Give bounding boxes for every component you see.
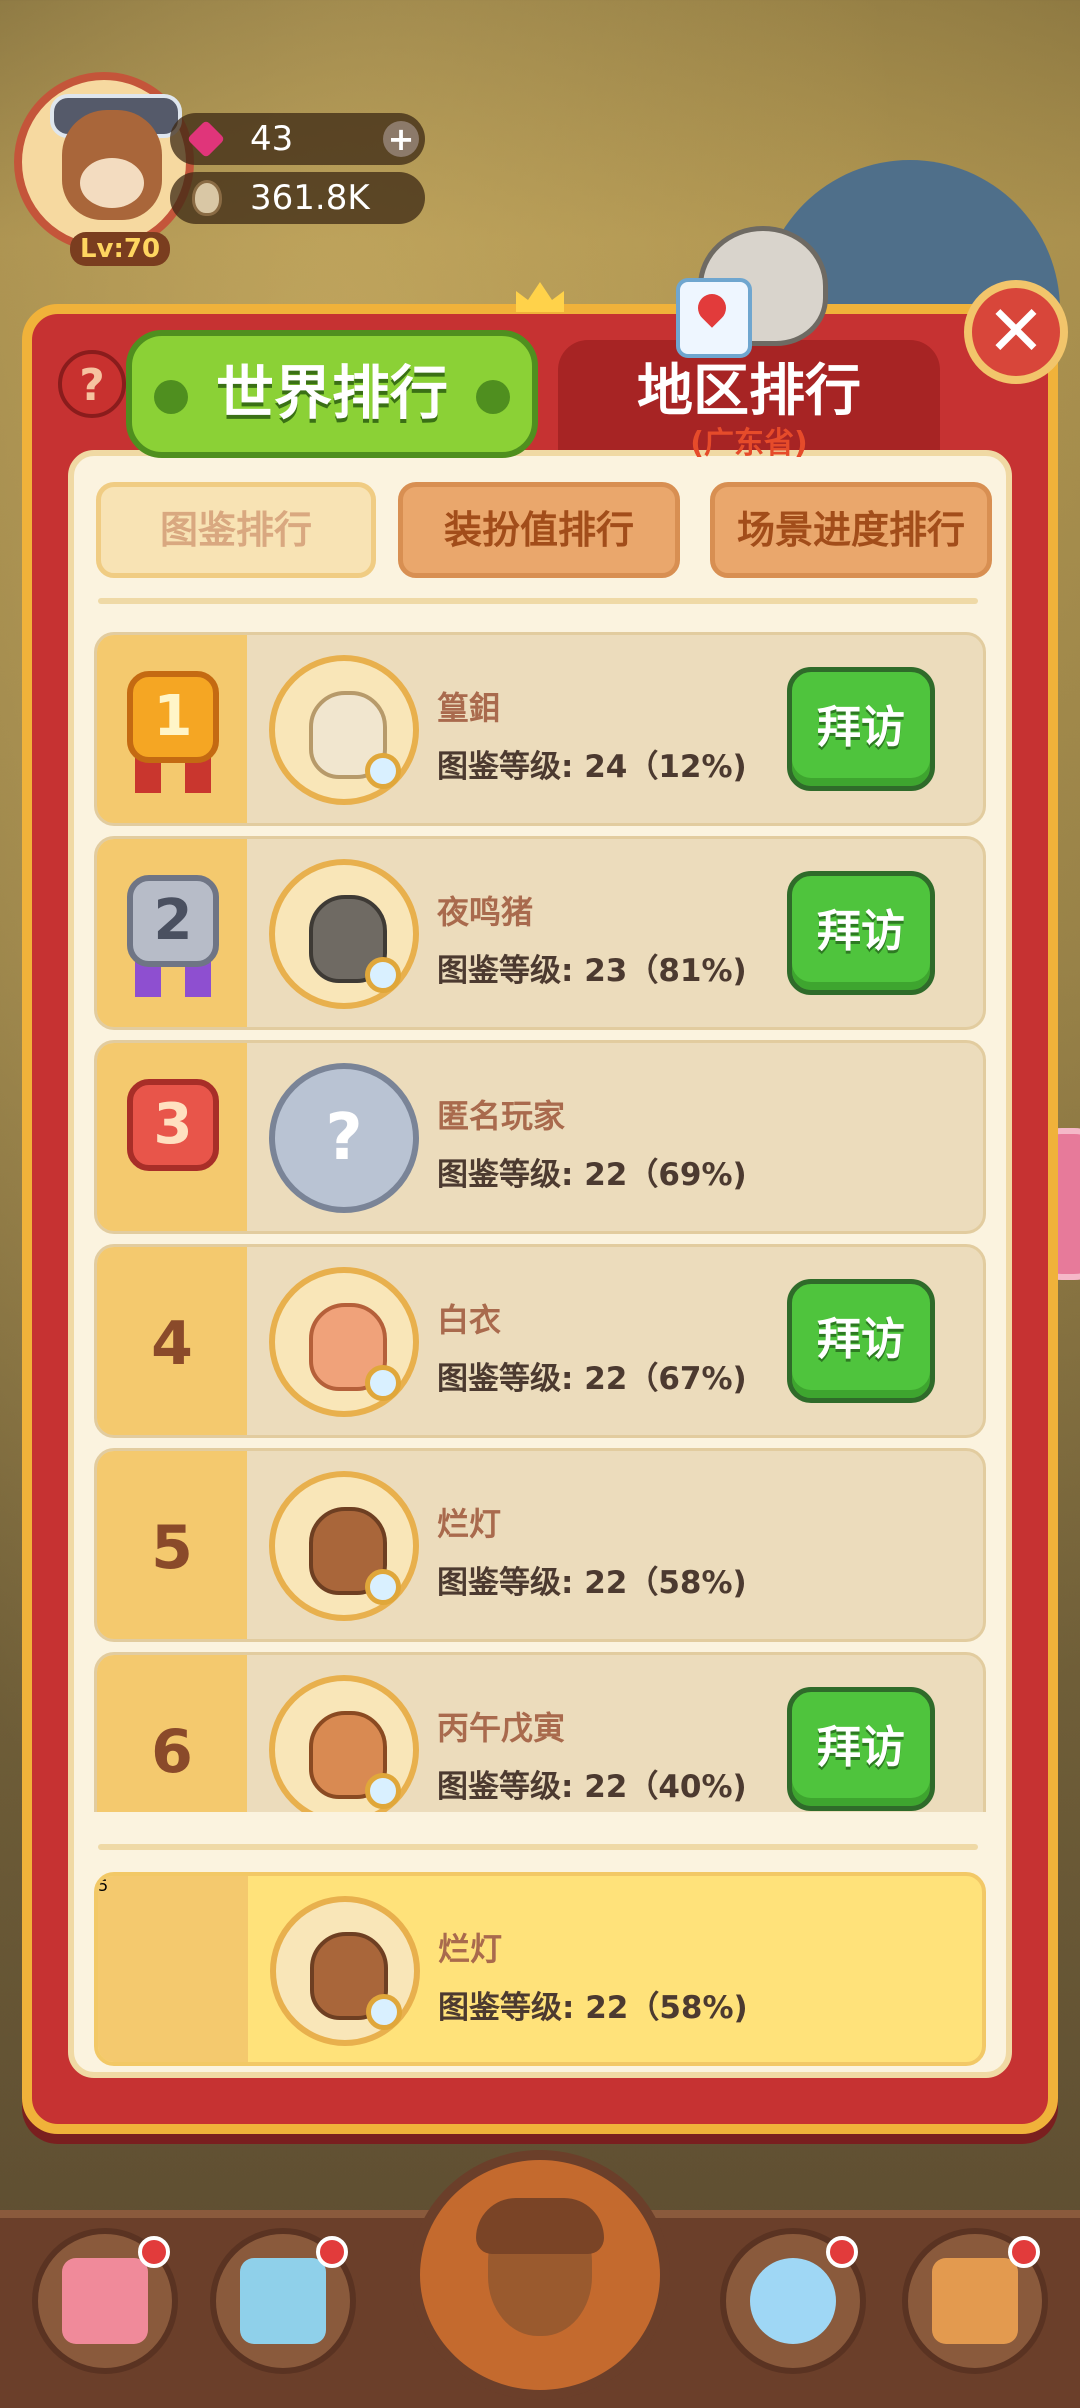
player-avatar (269, 1267, 419, 1417)
subtab-outfit-ranking[interactable]: 装扮值排行 (398, 482, 680, 578)
anonymous-avatar: ? (269, 1063, 419, 1213)
id-card-icon (240, 2258, 326, 2344)
player-name: 篁鉬 (437, 689, 502, 727)
map-pin-icon (676, 278, 752, 358)
visit-button[interactable]: 拜访 (787, 1687, 935, 1811)
subtab-scene-progress-ranking[interactable]: 场景进度排行 (710, 482, 992, 578)
magnifier-icon (365, 957, 401, 993)
gem-icon (186, 119, 226, 159)
divider (98, 1844, 978, 1850)
snowglobe-button[interactable] (720, 2228, 866, 2374)
question-icon: ? (325, 1101, 363, 1175)
player-name: 烂灯 (437, 1505, 502, 1543)
rank-number: 5 (151, 1513, 193, 1583)
collection-level: 图鉴等级: 23（81%) (437, 953, 747, 989)
critter-icon (62, 110, 162, 220)
acorn-button[interactable] (410, 2150, 670, 2400)
collection-level: 图鉴等级: 22（67%) (437, 1361, 747, 1397)
list-item: 4 白衣 图鉴等级: 22（67%) 拜访 (94, 1244, 986, 1438)
visit-button[interactable]: 拜访 (787, 1279, 935, 1403)
collection-level: 图鉴等级: 22（58%) (437, 1565, 747, 1601)
collection-level: 图鉴等级: 22（40%) (437, 1769, 747, 1805)
nut-counter: 361.8K (170, 172, 425, 224)
notification-dot (138, 2236, 170, 2268)
house-icon (932, 2258, 1018, 2344)
rank-cell: 4 (97, 1247, 247, 1435)
player-name: 白衣 (437, 1301, 502, 1339)
list-item: 5 烂灯 图鉴等级: 22（58%) (94, 1448, 986, 1642)
magnifier-icon (366, 1994, 402, 2030)
tab-world-label: 世界排行 (215, 359, 448, 427)
rank-cell: 6 (97, 1655, 247, 1812)
player-name: 匿名玩家 (437, 1097, 566, 1135)
shop-button[interactable] (32, 2228, 178, 2374)
notification-dot (316, 2236, 348, 2268)
rank-number: 1 (153, 684, 193, 749)
rank-number: 3 (153, 1092, 193, 1157)
my-rank-row: 5 烂灯 图鉴等级: 22（58%) (94, 1872, 986, 2066)
magnifier-icon (365, 1569, 401, 1605)
subtab-collection-ranking[interactable]: 图鉴排行 (96, 482, 376, 578)
player-level: Lv:70 (70, 232, 170, 266)
divider (98, 598, 978, 604)
collection-level: 图鉴等级: 22（69%) (437, 1157, 747, 1193)
visit-button[interactable]: 拜访 (787, 871, 935, 995)
magnifier-icon (365, 1773, 401, 1809)
paw-icon (476, 380, 510, 414)
rank-number: 5 (98, 1876, 109, 1895)
player-avatar (269, 655, 419, 805)
player-name: 夜鸣猪 (437, 893, 534, 931)
nut-count: 361.8K (250, 178, 370, 218)
paw-icon (154, 380, 188, 414)
collection-level: 图鉴等级: 24（12%) (437, 749, 747, 785)
tab-region-label: 地区排行 (637, 359, 861, 424)
list-item: 2 夜鸣猪 图鉴等级: 23（81%) 拜访 (94, 836, 986, 1030)
add-gems-button[interactable]: + (383, 121, 419, 157)
player-avatar[interactable]: Lv:70 (14, 72, 194, 266)
player-avatar (269, 1471, 419, 1621)
card-button[interactable] (210, 2228, 356, 2374)
snowglobe-icon (750, 2258, 836, 2344)
visit-button[interactable]: 拜访 (787, 667, 935, 791)
tab-world-ranking[interactable]: 世界排行 (126, 330, 538, 458)
player-avatar (269, 859, 419, 1009)
player-name: 丙午戊寅 (437, 1709, 566, 1747)
player-avatar (269, 1675, 419, 1812)
magnifier-icon (365, 753, 401, 789)
list-item: 3 ? 匿名玩家 图鉴等级: 22（69%) (94, 1040, 986, 1234)
collection-level: 图鉴等级: 22（58%) (438, 1990, 748, 2026)
ranking-list[interactable]: 1 篁鉬 图鉴等级: 24（12%) 拜访 2 夜鸣猪 图鉴等级: 23（81%… (94, 632, 986, 1812)
rank-number: 6 (151, 1717, 193, 1787)
close-button[interactable]: ✕ (964, 280, 1068, 384)
list-item: 6 丙午戊寅 图鉴等级: 22（40%) 拜访 (94, 1652, 986, 1812)
player-name: 烂灯 (438, 1930, 503, 1968)
nut-icon (192, 180, 222, 216)
rank-cell: 1 (97, 635, 247, 823)
rank-cell: 2 (97, 839, 247, 1027)
rank-number: 4 (151, 1309, 193, 1379)
list-item: 1 篁鉬 图鉴等级: 24（12%) 拜访 (94, 632, 986, 826)
gem-counter: 43 + (170, 113, 425, 165)
notification-dot (1008, 2236, 1040, 2268)
rank-cell: 5 (98, 1876, 248, 2062)
rank-number: 2 (153, 888, 193, 953)
region-name: (广东省) (690, 426, 808, 461)
player-avatar (270, 1896, 420, 2046)
shop-icon (62, 2258, 148, 2344)
notification-dot (826, 2236, 858, 2268)
home-button[interactable] (902, 2228, 1048, 2374)
rank-cell: 3 (97, 1043, 247, 1231)
rank-cell: 5 (97, 1451, 247, 1639)
acorn-cap-icon (476, 2198, 604, 2254)
help-button[interactable]: ? (58, 350, 126, 418)
magnifier-icon (365, 1365, 401, 1401)
gem-count: 43 (250, 119, 294, 159)
